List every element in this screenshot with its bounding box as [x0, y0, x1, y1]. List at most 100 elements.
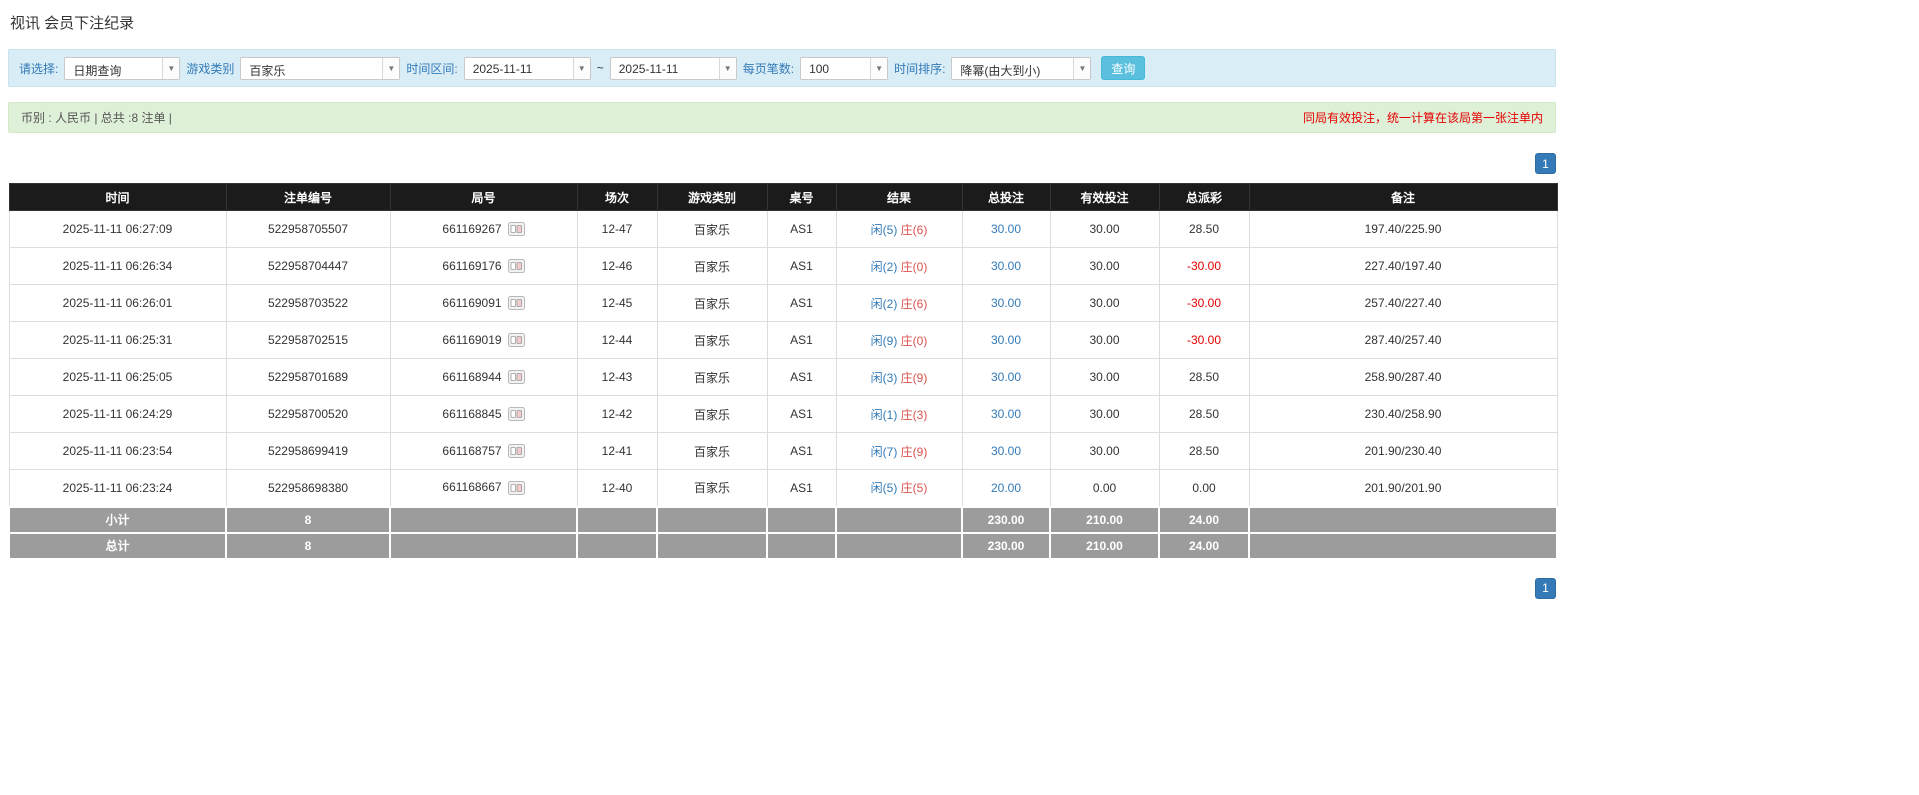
subtotal-row: 小计8230.00210.0024.00: [9, 507, 1557, 533]
total-bet-link[interactable]: 30.00: [991, 333, 1021, 347]
cell-bet-id: 522958699419: [226, 433, 390, 470]
cell-result: 闲(3) 庄(9): [836, 359, 962, 396]
summary-cell-empty: [1249, 507, 1557, 533]
summary-cell-empty: [577, 507, 657, 533]
chevron-down-icon[interactable]: ▼: [382, 58, 399, 79]
cell-round: 661168845: [390, 396, 577, 433]
summary-bar: 币别 : 人民币 | 总共 :8 注单 | 同局有效投注，统一计算在该局第一张注…: [8, 102, 1556, 133]
date-to-select[interactable]: 2025-11-11 ▼: [610, 57, 737, 80]
summary-cell-empty: [836, 507, 962, 533]
cell-time: 2025-11-11 06:26:01: [9, 285, 226, 322]
round-id: 661169176: [442, 259, 501, 273]
pagination-top: 1: [8, 153, 1556, 174]
round-result-icon[interactable]: [508, 333, 525, 347]
cell-session: 12-45: [577, 285, 657, 322]
round-result-icon[interactable]: [508, 480, 525, 494]
cell-result: 闲(9) 庄(0): [836, 322, 962, 359]
cell-total-bet: 30.00: [962, 433, 1050, 470]
cell-bet-id: 522958700520: [226, 396, 390, 433]
column-header: 场次: [577, 184, 657, 211]
game-type-select[interactable]: 百家乐 ▼: [240, 57, 400, 80]
chevron-down-icon[interactable]: ▼: [162, 58, 179, 79]
cell-result: 闲(2) 庄(0): [836, 248, 962, 285]
result-player: 闲(7): [871, 445, 898, 459]
cell-valid-bet: 30.00: [1050, 248, 1159, 285]
cell-payout: -30.00: [1159, 322, 1249, 359]
column-header: 结果: [836, 184, 962, 211]
round-result-icon[interactable]: [508, 370, 525, 384]
cell-table-no: AS1: [767, 433, 836, 470]
result-player: 闲(3): [871, 371, 898, 385]
round-id: 661168845: [442, 407, 501, 421]
cell-valid-bet: 0.00: [1050, 470, 1159, 507]
cell-note: 230.40/258.90: [1249, 396, 1557, 433]
search-button[interactable]: 查询: [1101, 56, 1145, 80]
cell-note: 197.40/225.90: [1249, 211, 1557, 248]
round-result-icon[interactable]: [508, 296, 525, 310]
filter-bar: 请选择: 日期查询 ▼ 游戏类别 百家乐 ▼ 时间区间: 2025-11-11 …: [8, 49, 1556, 87]
cell-time: 2025-11-11 06:25:31: [9, 322, 226, 359]
summary-cell: 8: [226, 507, 390, 533]
date-from-select[interactable]: 2025-11-11 ▼: [464, 57, 591, 80]
date-to-value: 2025-11-11: [611, 58, 719, 79]
table-row: 2025-11-11 06:27:09522958705507661169267…: [9, 211, 1557, 248]
sort-order-value: 降幂(由大到小): [952, 58, 1073, 79]
chevron-down-icon[interactable]: ▼: [870, 58, 887, 79]
page-button-1[interactable]: 1: [1535, 578, 1556, 599]
round-result-icon[interactable]: [508, 407, 525, 421]
cell-note: 258.90/287.40: [1249, 359, 1557, 396]
cell-bet-id: 522958705507: [226, 211, 390, 248]
cell-game-type: 百家乐: [657, 248, 767, 285]
cell-total-bet: 30.00: [962, 285, 1050, 322]
table-row: 2025-11-11 06:25:05522958701689661168944…: [9, 359, 1557, 396]
summary-cell: 8: [226, 533, 390, 559]
total-bet-link[interactable]: 30.00: [991, 407, 1021, 421]
result-banker: 庄(3): [901, 408, 928, 422]
cell-result: 闲(5) 庄(5): [836, 470, 962, 507]
cell-game-type: 百家乐: [657, 211, 767, 248]
result-player: 闲(2): [871, 260, 898, 274]
chevron-down-icon[interactable]: ▼: [573, 58, 590, 79]
cell-session: 12-42: [577, 396, 657, 433]
cell-payout: -30.00: [1159, 248, 1249, 285]
sort-order-select[interactable]: 降幂(由大到小) ▼: [951, 57, 1091, 80]
summary-cell: 24.00: [1159, 533, 1249, 559]
column-header: 游戏类别: [657, 184, 767, 211]
cell-session: 12-43: [577, 359, 657, 396]
column-header: 局号: [390, 184, 577, 211]
cell-valid-bet: 30.00: [1050, 285, 1159, 322]
round-result-icon[interactable]: [508, 222, 525, 236]
page-button-1[interactable]: 1: [1535, 153, 1556, 174]
round-id: 661168667: [442, 480, 501, 494]
summary-cell-empty: [767, 507, 836, 533]
total-bet-link[interactable]: 30.00: [991, 296, 1021, 310]
cell-table-no: AS1: [767, 470, 836, 507]
table-foot: 小计8230.00210.0024.00总计8230.00210.0024.00: [9, 507, 1557, 559]
page-size-value: 100: [801, 58, 870, 79]
column-header: 有效投注: [1050, 184, 1159, 211]
round-result-icon[interactable]: [508, 259, 525, 273]
result-banker: 庄(0): [901, 260, 928, 274]
result-banker: 庄(6): [901, 223, 928, 237]
total-bet-link[interactable]: 30.00: [991, 370, 1021, 384]
round-id: 661169091: [442, 296, 501, 310]
summary-cell: 24.00: [1159, 507, 1249, 533]
sort-order-label: 时间排序:: [894, 60, 945, 77]
table-row: 2025-11-11 06:25:31522958702515661169019…: [9, 322, 1557, 359]
total-bet-link[interactable]: 30.00: [991, 222, 1021, 236]
chevron-down-icon[interactable]: ▼: [719, 58, 736, 79]
total-bet-link[interactable]: 30.00: [991, 444, 1021, 458]
cell-valid-bet: 30.00: [1050, 396, 1159, 433]
cell-note: 287.40/257.40: [1249, 322, 1557, 359]
result-banker: 庄(5): [901, 481, 928, 495]
total-bet-link[interactable]: 30.00: [991, 259, 1021, 273]
cell-total-bet: 30.00: [962, 248, 1050, 285]
total-bet-link[interactable]: 20.00: [991, 481, 1021, 495]
chevron-down-icon[interactable]: ▼: [1073, 58, 1090, 79]
query-type-select[interactable]: 日期查询 ▼: [64, 57, 180, 80]
round-result-icon[interactable]: [508, 444, 525, 458]
summary-cell-empty: [657, 533, 767, 559]
column-header: 总投注: [962, 184, 1050, 211]
page-size-select[interactable]: 100 ▼: [800, 57, 888, 80]
cell-round: 661169267: [390, 211, 577, 248]
